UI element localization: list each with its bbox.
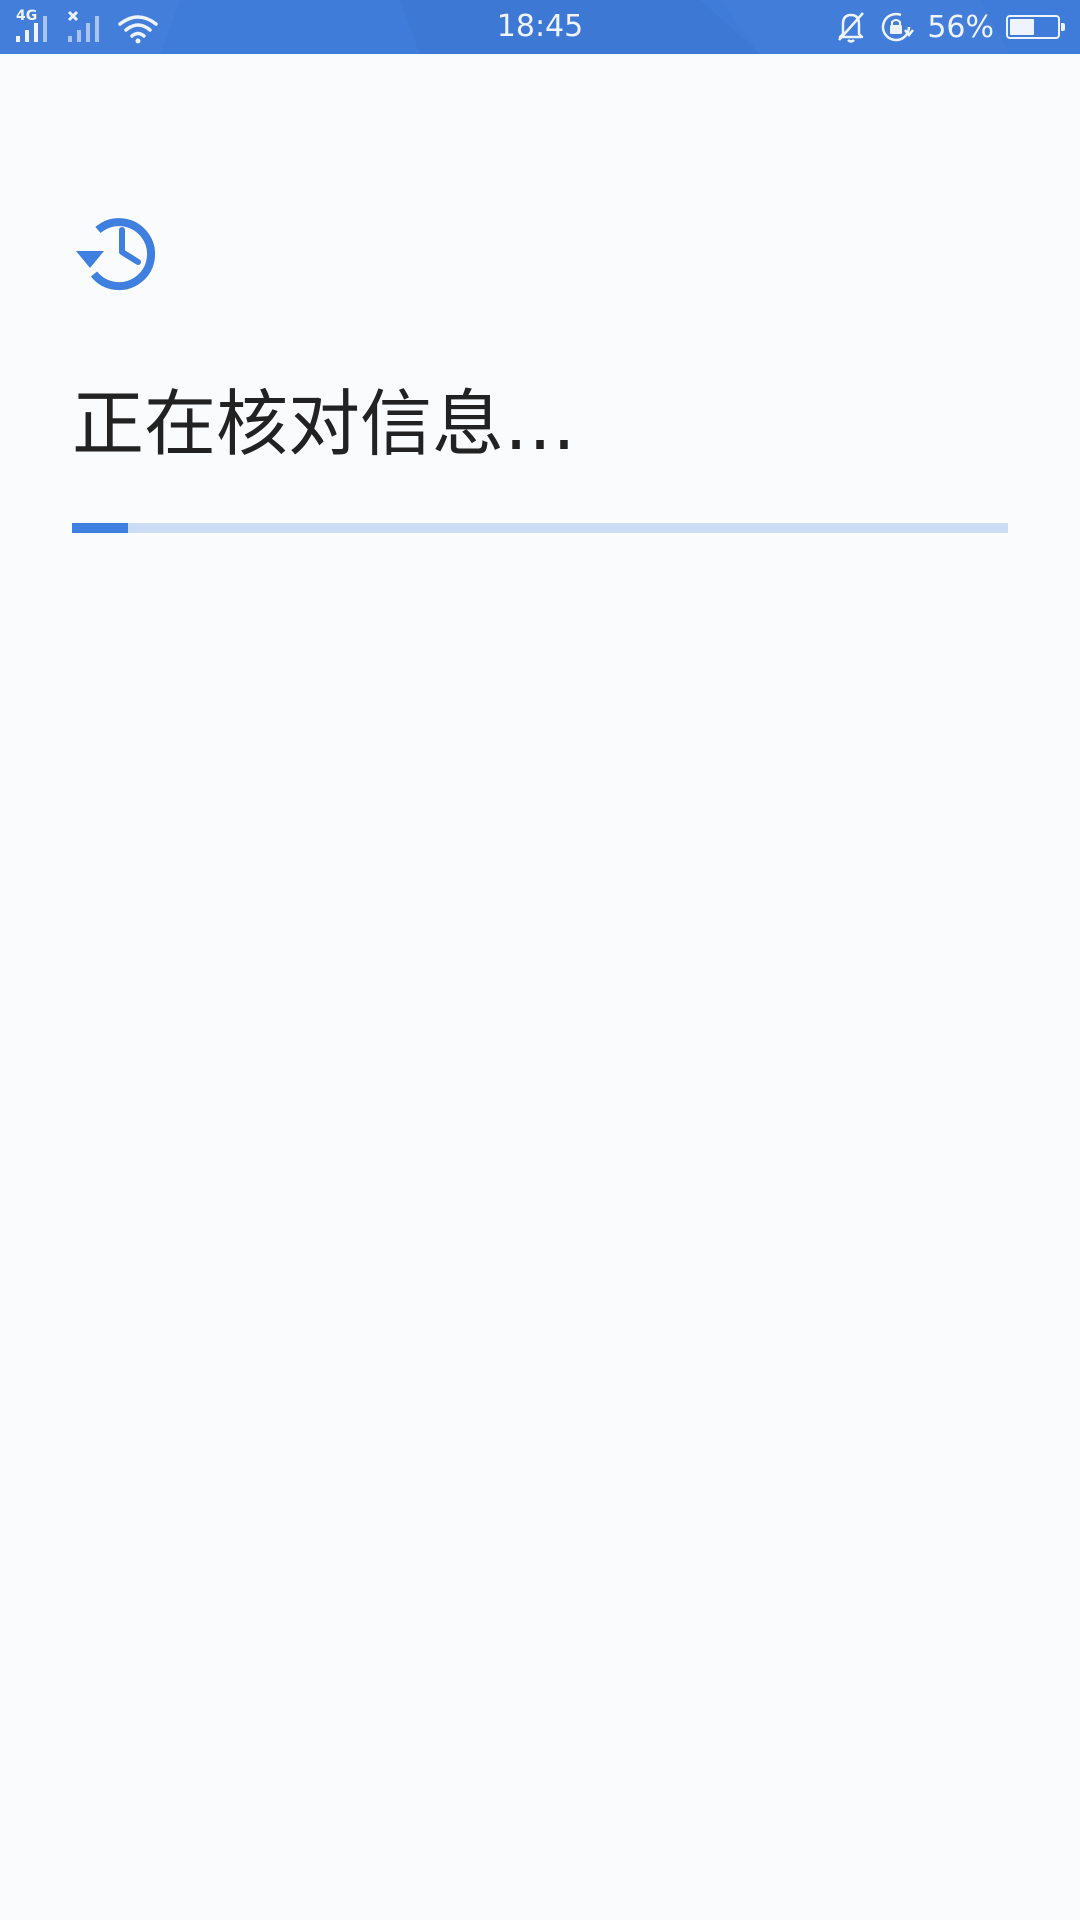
status-bar: 4G 18:45 56% — [0, 0, 1080, 54]
rotation-lock-icon — [879, 10, 915, 44]
battery-percent: 56% — [927, 9, 994, 45]
bell-muted-icon — [835, 10, 867, 44]
progress-bar — [72, 523, 1008, 533]
battery-icon — [1006, 15, 1065, 39]
battery-tip — [1061, 23, 1065, 31]
screen: 4G 18:45 56% 正在核对信息… — [0, 0, 1080, 1920]
status-right-icons: 56% — [835, 0, 1066, 54]
history-icon — [72, 206, 164, 298]
page-title: 正在核对信息… — [72, 382, 577, 466]
progress-bar-fill — [72, 523, 129, 533]
battery-level-fill — [1010, 19, 1034, 35]
